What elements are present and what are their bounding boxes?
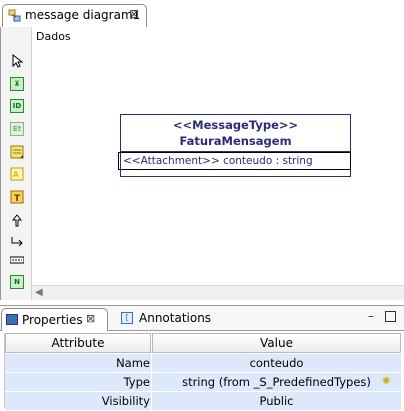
attribute-row-selected[interactable]: <<Attachment>> conteudo : string (118, 152, 351, 170)
text-tool-icon[interactable]: T (10, 190, 24, 204)
properties-tab-bar: Properties ⊠ [ Annotations – (0, 305, 404, 331)
diagram-header: Dados (32, 27, 404, 48)
annotations-icon: [ (121, 312, 133, 324)
row-key: Name (116, 356, 150, 370)
id-tool-icon[interactable]: ID (10, 99, 24, 113)
tab-annotations-label: Annotations (139, 311, 212, 325)
row-value[interactable]: conteudo (152, 356, 401, 370)
row-key: Type (123, 375, 150, 389)
class-name: FaturaMensagem (179, 134, 292, 148)
tab-properties-label: Properties (22, 313, 83, 327)
diagram-icon (8, 9, 21, 22)
minimize-icon[interactable]: – (368, 309, 374, 323)
maximize-icon[interactable] (385, 311, 396, 322)
editor-tab-bar: message diagram1 ⊠ (0, 0, 404, 28)
close-icon[interactable]: ⊠ (86, 312, 95, 325)
association-tool-icon[interactable] (10, 235, 24, 249)
lightbulb-icon[interactable]: ✺ (382, 376, 390, 387)
properties-icon (6, 314, 18, 325)
select-tool-icon[interactable] (10, 54, 24, 68)
close-icon[interactable]: ⊠ (129, 7, 139, 21)
row-value[interactable]: string (from _S_PredefinedTypes) (152, 375, 401, 389)
table-row[interactable]: Type string (from _S_PredefinedTypes) ✺ (5, 373, 401, 392)
message-type-tool-icon[interactable]: ⊼ (10, 77, 24, 91)
svg-text:A: A (13, 170, 19, 179)
svg-text:T: T (14, 194, 21, 204)
table-row[interactable]: Visibility Public (5, 392, 401, 411)
message-type-class-box[interactable]: <<MessageType>> FaturaMensagem <<Attachm… (118, 114, 351, 177)
ns-tool-icon[interactable]: N (10, 275, 24, 289)
class-stereotype: <<MessageType>> (172, 118, 299, 132)
properties-table: Attribute Value Name conteudo Type strin… (4, 333, 401, 411)
column-header-attribute[interactable]: Attribute (5, 333, 151, 353)
tab-properties[interactable]: Properties ⊠ (1, 308, 108, 331)
scroll-left-icon[interactable]: ◀ (35, 287, 43, 298)
row-value[interactable]: Public (152, 394, 401, 408)
horizontal-scrollbar[interactable]: ◀ (32, 285, 404, 300)
diagram-title: Dados (36, 30, 71, 43)
attribute-text: <<Attachment>> conteudo : string (123, 155, 313, 167)
table-row[interactable]: Name conteudo (5, 354, 401, 373)
generalization-tool-icon[interactable] (10, 213, 24, 227)
editor-tab-label: message diagram1 (25, 8, 141, 22)
attribute-tool-icon[interactable]: Et (10, 122, 24, 136)
editor-tab-message-diagram[interactable]: message diagram1 ⊠ (2, 4, 147, 27)
link-tool-icon[interactable] (10, 253, 24, 267)
note-tool-icon[interactable] (10, 145, 24, 159)
tool-palette: ⊼ ID Et A T N (1, 27, 32, 300)
column-header-value[interactable]: Value (152, 333, 401, 353)
row-key: Visibility (101, 394, 150, 408)
annotation-tool-icon[interactable]: A (10, 167, 24, 181)
